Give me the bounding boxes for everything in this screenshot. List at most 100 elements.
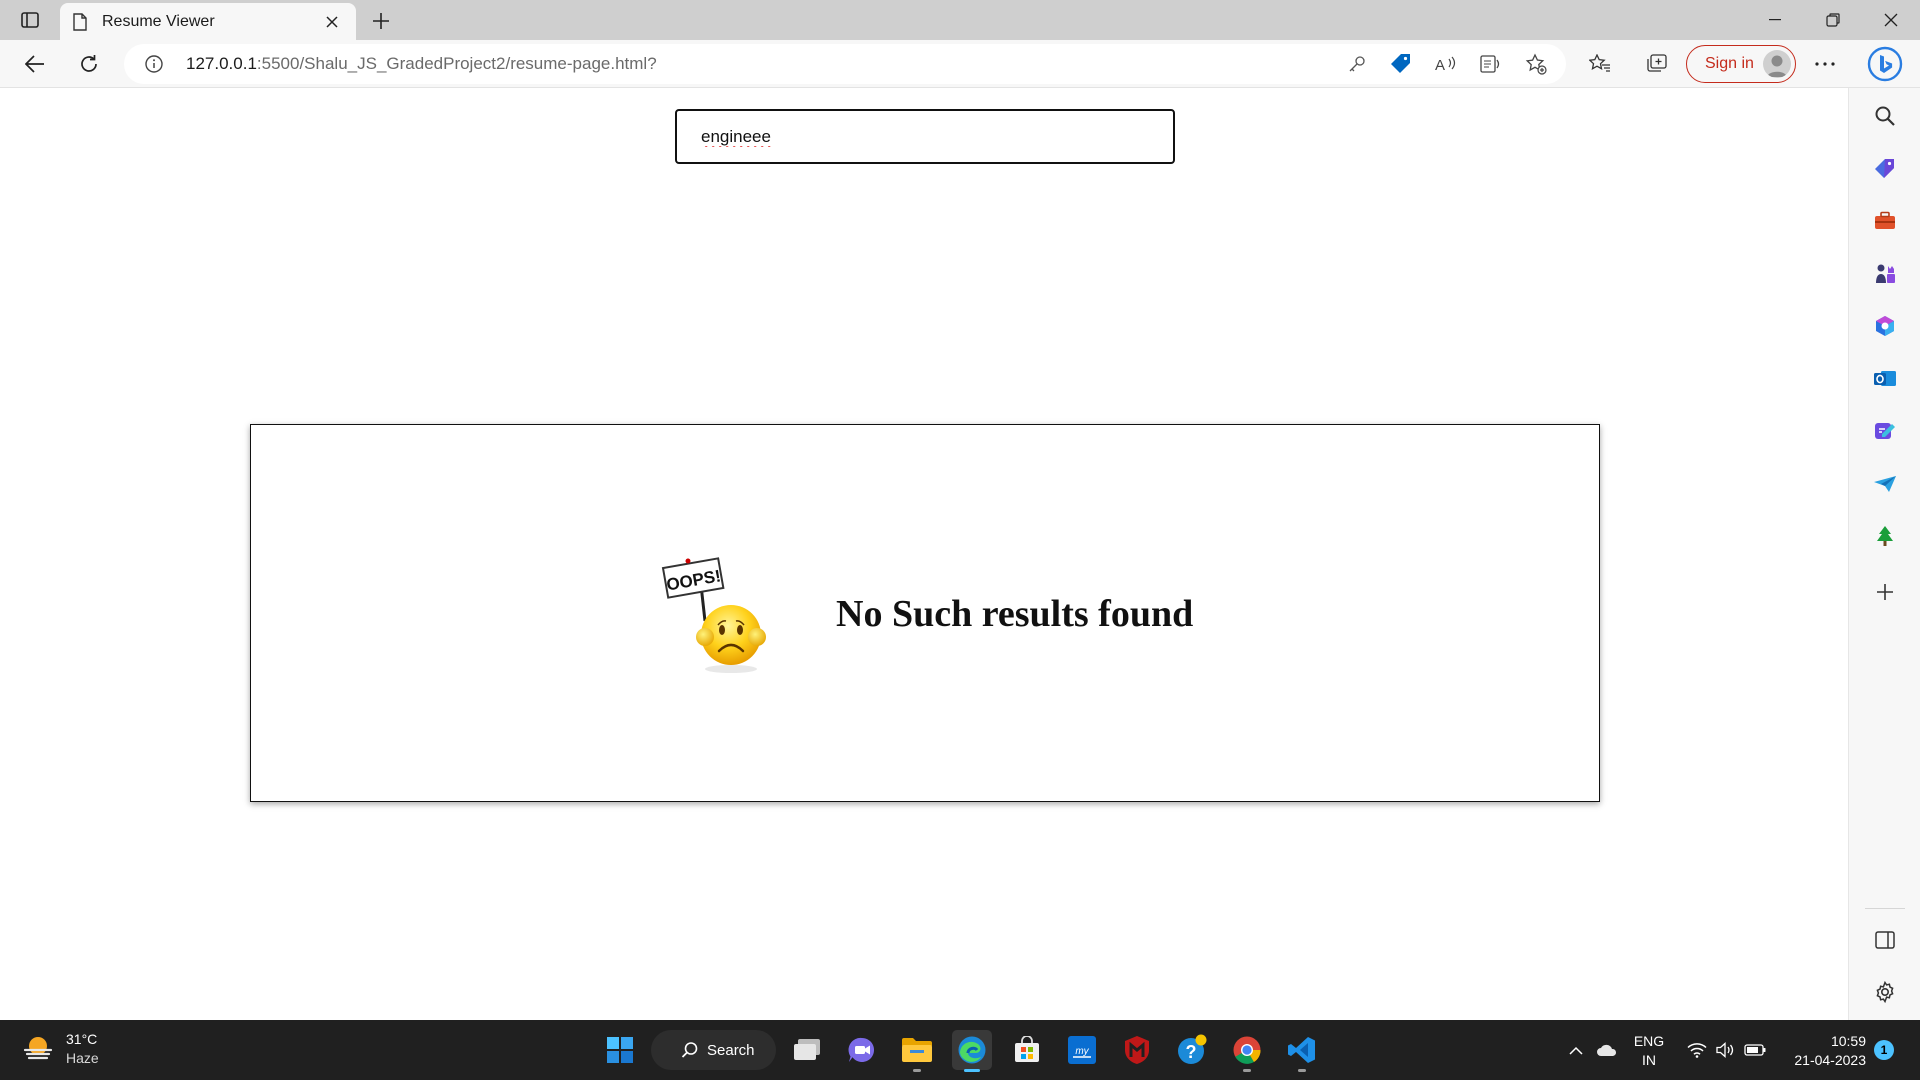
- tab-title: Resume Viewer: [102, 12, 215, 30]
- panel-icon: [1875, 931, 1895, 949]
- sidebar-games-button[interactable]: [1871, 260, 1899, 288]
- input-language-button[interactable]: ENG IN: [1630, 1032, 1668, 1070]
- gear-icon: [1876, 981, 1894, 1003]
- vscode-logo-icon: [1288, 1037, 1315, 1063]
- running-indicator: [1243, 1069, 1251, 1072]
- plus-icon: [1877, 584, 1893, 600]
- title-bar: Resume Viewer: [0, 0, 1920, 40]
- url-path: :5500/Shalu_JS_GradedProject2/resume-pag…: [256, 54, 657, 73]
- avatar: [1763, 50, 1791, 78]
- bing-chat-button[interactable]: [1866, 45, 1904, 83]
- sidebar-shopping-button[interactable]: [1871, 155, 1899, 183]
- haze-sun-icon: [23, 1037, 53, 1060]
- get-help-button[interactable]: ?: [1172, 1030, 1212, 1070]
- notification-badge[interactable]: 1: [1874, 1040, 1894, 1060]
- vscode-button[interactable]: [1282, 1030, 1322, 1072]
- search-input[interactable]: [675, 109, 1175, 164]
- sign-in-label: Sign in: [1705, 55, 1754, 72]
- ms-store-button[interactable]: [1007, 1030, 1047, 1070]
- page-content: OOPS! No Such results found: [0, 88, 1848, 1020]
- wifi-button[interactable]: [1682, 1020, 1712, 1080]
- sidebar-search-button[interactable]: [1871, 102, 1899, 130]
- arrow-left-icon: [25, 55, 44, 73]
- sidebar-microsoft365-button[interactable]: [1871, 312, 1899, 340]
- onedrive-button[interactable]: [1592, 1020, 1622, 1080]
- collections-icon: [1647, 54, 1667, 72]
- store-bag-icon: [1015, 1036, 1039, 1062]
- volume-button[interactable]: [1712, 1020, 1740, 1080]
- search-icon: [681, 1042, 698, 1058]
- clock-time: 10:59: [1830, 1033, 1866, 1049]
- info-icon[interactable]: [144, 54, 164, 74]
- weather-condition: Haze: [66, 1050, 99, 1066]
- file-explorer-button[interactable]: [897, 1030, 937, 1072]
- tab-actions-icon: [21, 12, 39, 28]
- url-text[interactable]: 127.0.0.1:5500/Shalu_JS_GradedProject2/r…: [186, 54, 657, 74]
- outlook-icon: [1874, 371, 1896, 386]
- task-view-button[interactable]: [787, 1030, 827, 1070]
- address-bar[interactable]: 127.0.0.1:5500/Shalu_JS_GradedProject2/r…: [124, 44, 1566, 84]
- sidebar-outlook-button[interactable]: [1871, 365, 1899, 393]
- active-tab[interactable]: Resume Viewer: [60, 3, 356, 40]
- collections-button[interactable]: [1639, 48, 1673, 80]
- battery-icon: [1744, 1044, 1766, 1056]
- clock-button[interactable]: 10:59 21-04-2023: [1778, 1032, 1866, 1070]
- cloud-icon: [1597, 1044, 1617, 1056]
- no-results-message: No Such results found: [836, 593, 1194, 635]
- shopping-tag-icon[interactable]: [1388, 52, 1414, 76]
- browser-toolbar: 127.0.0.1:5500/Shalu_JS_GradedProject2/r…: [0, 40, 1920, 88]
- myhp-button[interactable]: my: [1062, 1030, 1102, 1070]
- plus-icon: [373, 13, 389, 29]
- teams-chat-icon: [848, 1037, 875, 1062]
- tab-actions-menu[interactable]: [14, 8, 46, 32]
- sidebar-designer-button[interactable]: [1871, 417, 1899, 445]
- chrome-button[interactable]: [1227, 1030, 1267, 1072]
- sidebar-send-button[interactable]: [1871, 470, 1899, 498]
- close-window-button[interactable]: [1862, 0, 1920, 40]
- teams-chat-button[interactable]: [842, 1030, 882, 1070]
- read-aloud-icon[interactable]: A: [1433, 52, 1459, 76]
- lang-line-1: ENG: [1633, 1033, 1665, 1049]
- restore-button[interactable]: [1804, 0, 1862, 40]
- sidebar-hide-button[interactable]: [1871, 926, 1899, 954]
- battery-button[interactable]: [1740, 1020, 1770, 1080]
- microsoft365-icon: [1876, 316, 1894, 336]
- search-icon: [1875, 106, 1895, 126]
- weather-temp: 31°C: [66, 1031, 98, 1047]
- task-view-icon: [794, 1039, 820, 1060]
- taskbar-search-label: Search: [707, 1041, 755, 1059]
- add-favorite-icon[interactable]: [1523, 52, 1549, 76]
- favorites-button[interactable]: [1583, 48, 1617, 80]
- start-button[interactable]: [600, 1030, 640, 1070]
- key-icon[interactable]: [1344, 52, 1370, 76]
- sidebar-settings-button[interactable]: [1871, 978, 1899, 1006]
- sign-in-button[interactable]: Sign in: [1686, 45, 1796, 83]
- clock-date: 21-04-2023: [1794, 1052, 1866, 1068]
- new-tab-button[interactable]: [366, 6, 396, 36]
- lang-line-2: IN: [1642, 1052, 1656, 1068]
- chess-piece-icon: [1876, 264, 1895, 283]
- mcafee-button[interactable]: [1117, 1030, 1157, 1070]
- sidebar-divider: [1865, 908, 1905, 909]
- taskbar-search-button[interactable]: Search: [651, 1030, 776, 1070]
- settings-more-button[interactable]: [1808, 48, 1842, 80]
- weather-widget[interactable]: 31°C Haze: [22, 1030, 99, 1068]
- more-dots-icon: [1815, 62, 1835, 66]
- running-indicator: [964, 1069, 980, 1072]
- edge-taskbar-button[interactable]: [952, 1030, 992, 1072]
- designer-pen-icon: [1875, 423, 1895, 439]
- sidebar-add-button[interactable]: [1871, 578, 1899, 606]
- tab-close-icon[interactable]: [320, 10, 344, 34]
- immersive-reader-icon[interactable]: [1478, 52, 1504, 76]
- mcafee-shield-icon: [1125, 1036, 1149, 1064]
- sidebar-tools-button[interactable]: [1871, 207, 1899, 235]
- tree-icon: [1877, 526, 1893, 546]
- refresh-button[interactable]: [72, 48, 106, 80]
- chrome-logo-icon: [1233, 1036, 1261, 1064]
- restore-icon: [1826, 13, 1840, 27]
- minimize-button[interactable]: [1746, 0, 1804, 40]
- tray-overflow-button[interactable]: [1562, 1020, 1590, 1080]
- paper-plane-icon: [1874, 476, 1896, 492]
- sidebar-tree-button[interactable]: [1871, 522, 1899, 550]
- back-button[interactable]: [18, 48, 52, 80]
